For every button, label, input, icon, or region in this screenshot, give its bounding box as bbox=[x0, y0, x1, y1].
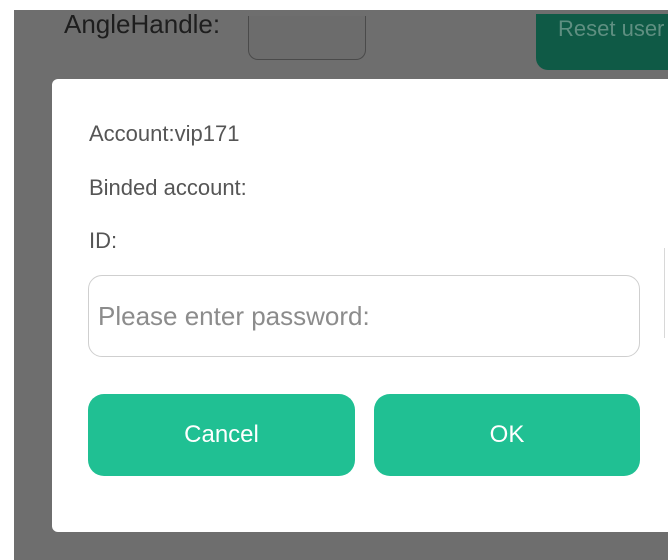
partial-element-edge bbox=[664, 248, 668, 338]
left-strip bbox=[0, 0, 14, 560]
password-dialog: Account:vip171 Binded account: ID: Cance… bbox=[52, 79, 668, 532]
binded-account-text: Binded account: bbox=[89, 175, 247, 200]
account-text: Account:vip171 bbox=[89, 121, 240, 146]
app-screen: AngleHandle: Reset user Account:vip171 B… bbox=[0, 0, 668, 560]
reset-user-button: Reset user bbox=[536, 14, 668, 70]
angle-handle-input bbox=[248, 16, 366, 60]
password-input[interactable] bbox=[88, 275, 640, 357]
ok-button[interactable]: OK bbox=[374, 394, 640, 476]
angle-handle-label: AngleHandle: bbox=[64, 9, 221, 39]
cancel-button[interactable]: Cancel bbox=[88, 394, 355, 476]
id-text: ID: bbox=[89, 228, 118, 253]
